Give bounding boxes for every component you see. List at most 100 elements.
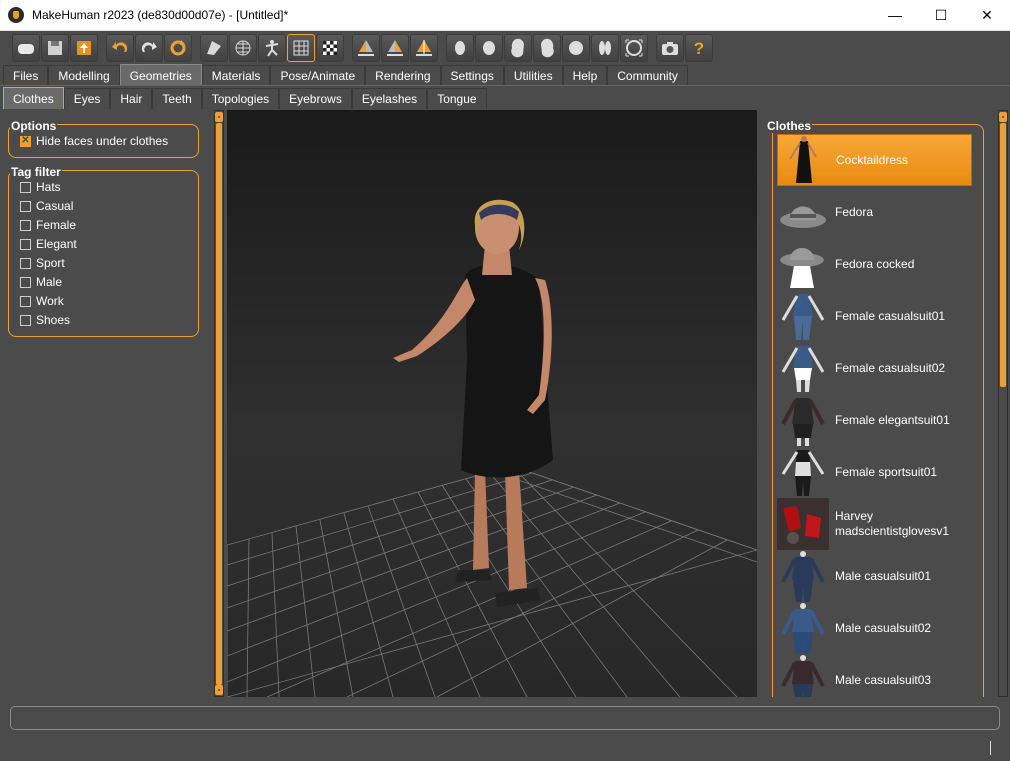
checkbox-icon[interactable]: [20, 257, 31, 269]
tag-hats-checkbox[interactable]: Hats: [20, 180, 61, 194]
clothes-item-female-casualsuit02[interactable]: Female casualsuit02: [777, 342, 972, 394]
options-title: Options: [10, 119, 58, 133]
minimize-button[interactable]: —: [872, 0, 918, 31]
clothes-item-female-elegantsuit01[interactable]: Female elegantsuit01: [777, 394, 972, 446]
clothes-item-fedora[interactable]: Fedora: [777, 186, 972, 238]
symmetry-left-icon[interactable]: [381, 33, 409, 62]
subtab-teeth[interactable]: Teeth: [152, 88, 202, 109]
tag-label: Work: [36, 294, 64, 308]
toolbar: ?: [0, 31, 1010, 64]
background-icon[interactable]: [316, 33, 344, 62]
save-icon[interactable]: [41, 33, 69, 62]
tab-rendering[interactable]: Rendering: [365, 65, 441, 86]
grid-icon[interactable]: [287, 33, 315, 62]
clothes-item-male-casualsuit02[interactable]: Male casualsuit02: [777, 602, 972, 654]
floor-grid: [227, 465, 757, 697]
clothes-item-harvey-madscientistglovesv1[interactable]: Harvey madscientistglovesv1: [777, 498, 972, 550]
subtab-eyes[interactable]: Eyes: [63, 88, 111, 109]
clothes-item-female-casualsuit01[interactable]: Female casualsuit01: [777, 290, 972, 342]
scroll-thumb[interactable]: [1000, 123, 1006, 387]
bottom-view-icon[interactable]: [591, 33, 619, 62]
checkbox-icon[interactable]: [20, 276, 31, 288]
pose-icon[interactable]: [258, 33, 286, 62]
tab-settings[interactable]: Settings: [440, 65, 504, 86]
tag-sport-checkbox[interactable]: Sport: [20, 256, 65, 270]
3d-viewport[interactable]: [227, 110, 757, 697]
clothes-item-fedora-cocked[interactable]: Fedora cocked: [777, 238, 972, 290]
female-sportsuit01-thumbnail: [777, 446, 829, 498]
subtab-clothes[interactable]: Clothes: [3, 87, 64, 109]
checkbox-icon[interactable]: [20, 181, 31, 193]
viewport-scene: [227, 199, 757, 697]
scroll-up-handle[interactable]: [999, 112, 1007, 122]
top-view-icon[interactable]: [562, 33, 590, 62]
checkbox-checked-icon[interactable]: ✕: [20, 135, 31, 147]
tag-female-checkbox[interactable]: Female: [20, 218, 76, 232]
reset-camera-icon[interactable]: [620, 33, 648, 62]
male-casualsuit01-thumbnail: [777, 550, 829, 602]
clothes-item-cocktaildress[interactable]: Cocktaildress: [777, 134, 972, 186]
scroll-thumb[interactable]: [216, 123, 222, 685]
subtab-topologies[interactable]: Topologies: [201, 88, 280, 109]
tag-male-checkbox[interactable]: Male: [20, 275, 62, 289]
tab-utilities[interactable]: Utilities: [503, 65, 563, 86]
front-view-icon[interactable]: [446, 33, 474, 62]
back-view-icon[interactable]: [475, 33, 503, 62]
tag-label: Male: [36, 275, 63, 289]
tag-label: Elegant: [36, 237, 77, 251]
tab-materials[interactable]: Materials: [201, 65, 271, 86]
tab-modelling[interactable]: Modelling: [48, 65, 120, 86]
tab-community[interactable]: Community: [607, 65, 688, 86]
tab-help[interactable]: Help: [562, 65, 608, 86]
wireframe-icon[interactable]: [229, 33, 257, 62]
tag-filter-group: [8, 170, 199, 337]
symmetry-icon[interactable]: [410, 33, 438, 62]
subtab-tongue[interactable]: Tongue: [427, 88, 487, 109]
subtab-hair[interactable]: Hair: [110, 88, 153, 109]
close-button[interactable]: ✕: [964, 0, 1010, 31]
fedora-cocked-thumbnail: [777, 238, 829, 290]
clothes-item-label: Female casualsuit02: [835, 360, 946, 375]
tab-pose-animate[interactable]: Pose/Animate: [270, 65, 366, 86]
tab-geometries[interactable]: Geometries: [119, 64, 202, 86]
tag-label: Sport: [36, 256, 65, 270]
symmetry-right-icon[interactable]: [352, 33, 380, 62]
tag-filter-title: Tag filter: [10, 165, 62, 179]
tag-shoes-checkbox[interactable]: Shoes: [20, 313, 70, 327]
checkbox-icon[interactable]: [20, 295, 31, 307]
smooth-icon[interactable]: [200, 33, 228, 62]
subtab-eyelashes[interactable]: Eyelashes: [351, 88, 428, 109]
screenshot-icon[interactable]: [656, 33, 684, 62]
undo-icon[interactable]: [106, 33, 134, 62]
right-panel: Clothes Cocktaildress Fedora Fedora cock…: [758, 110, 1010, 697]
tag-elegant-checkbox[interactable]: Elegant: [20, 237, 77, 251]
subtab-eyebrows[interactable]: Eyebrows: [279, 88, 352, 109]
checkbox-icon[interactable]: [20, 238, 31, 250]
right-panel-scrollbar[interactable]: [998, 110, 1008, 697]
tab-files[interactable]: Files: [3, 65, 49, 86]
right-view-icon[interactable]: [533, 33, 561, 62]
checkbox-icon[interactable]: [20, 314, 31, 326]
redo-icon[interactable]: [135, 33, 163, 62]
clothes-item-male-casualsuit01[interactable]: Male casualsuit01: [777, 550, 972, 602]
maximize-button[interactable]: ☐: [918, 0, 964, 31]
hide-faces-label: Hide faces under clothes: [36, 134, 169, 148]
clothes-item-female-sportsuit01[interactable]: Female sportsuit01: [777, 446, 972, 498]
left-panel-scrollbar[interactable]: [214, 110, 224, 697]
scroll-down-handle[interactable]: [215, 685, 223, 695]
help-icon[interactable]: ?: [685, 33, 713, 62]
checkbox-icon[interactable]: [20, 200, 31, 212]
left-view-icon[interactable]: [504, 33, 532, 62]
scroll-up-handle[interactable]: [215, 112, 223, 122]
reset-icon[interactable]: [164, 33, 192, 62]
clothes-item-label: Female sportsuit01: [835, 464, 938, 479]
export-icon[interactable]: [70, 33, 98, 62]
hide-faces-checkbox[interactable]: ✕ Hide faces under clothes: [20, 134, 168, 148]
checkbox-icon[interactable]: [20, 219, 31, 231]
tag-casual-checkbox[interactable]: Casual: [20, 199, 73, 213]
cocktaildress-thumbnail: [778, 134, 830, 186]
new-file-icon[interactable]: [12, 33, 40, 62]
tag-work-checkbox[interactable]: Work: [20, 294, 64, 308]
clothes-item-male-casualsuit03[interactable]: Male casualsuit03: [777, 654, 972, 697]
resize-grip[interactable]: [990, 741, 991, 755]
